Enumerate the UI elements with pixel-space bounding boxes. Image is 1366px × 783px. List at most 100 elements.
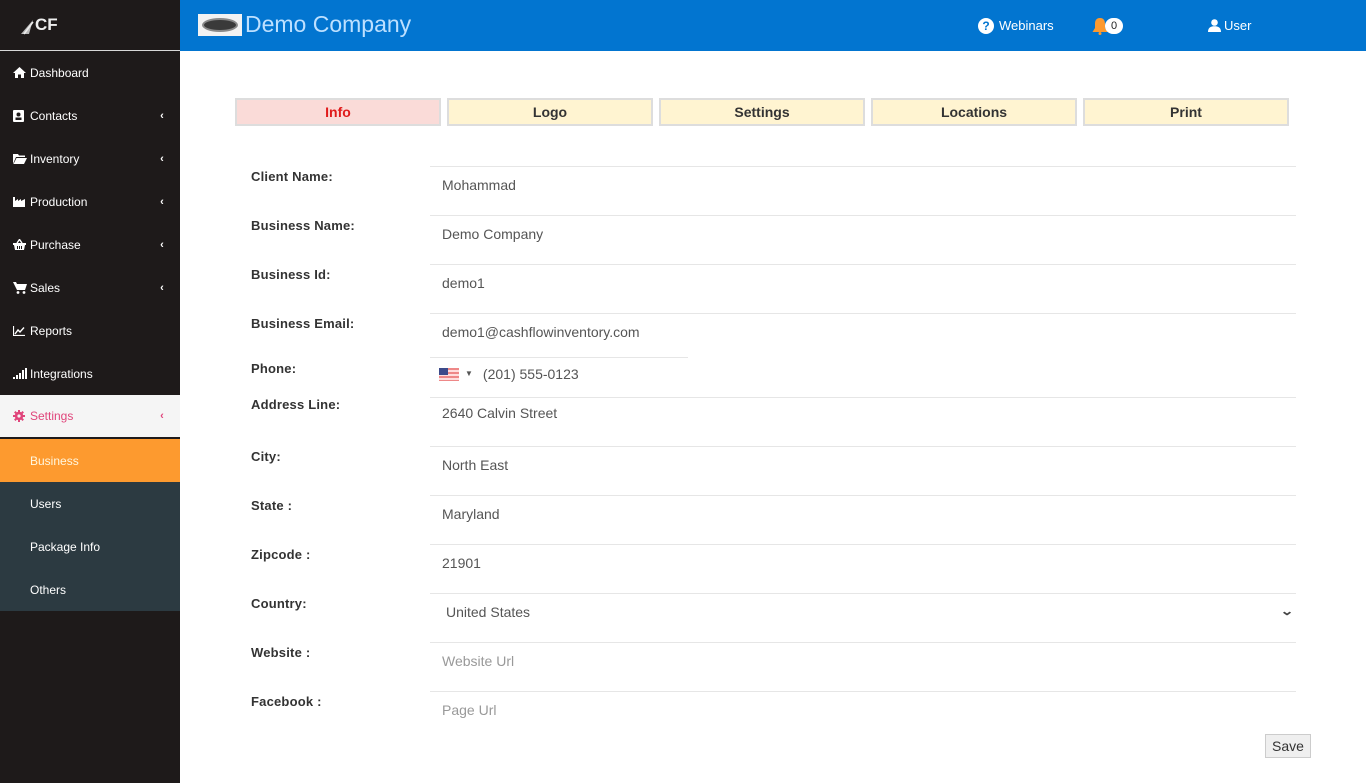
us-flag-icon[interactable] [439,368,459,381]
chevron-left-icon: ‹ [160,195,164,208]
sidebar-item-dashboard[interactable]: Dashboard [0,51,180,94]
chevron-down-icon: ⌄ [1279,604,1295,618]
tab-logo[interactable]: Logo [447,98,653,126]
user-icon [1208,19,1221,32]
city-label: City: [251,449,281,464]
basket-icon [13,239,27,251]
settings-submenu: Business Users Package Info Others [0,439,180,611]
sidebar-item-contacts[interactable]: Contacts ‹ [0,94,180,137]
logo-text: CF [35,15,58,34]
zipcode-input[interactable]: 21901 [430,544,1296,592]
sidebar-item-label: Production [30,194,88,209]
logo-chart-icon [21,20,34,35]
save-button[interactable]: Save [1265,734,1311,758]
notification-count-badge: 0 [1105,17,1124,34]
state-row: State : Maryland [250,495,1296,544]
tab-settings[interactable]: Settings [659,98,865,126]
sidebar-item-purchase[interactable]: Purchase ‹ [0,223,180,266]
chevron-left-icon: ‹ [160,109,164,122]
zipcode-row: Zipcode : 21901 [250,544,1296,593]
contact-card-icon [13,109,27,122]
business-email-input[interactable]: demo1@cashflowinventory.com [430,313,1296,357]
webinars-link[interactable]: ? Webinars [978,0,1054,51]
submenu-item-business[interactable]: Business [0,439,180,482]
phone-label: Phone: [251,361,297,376]
state-label: State : [251,498,293,513]
chevron-left-icon: ‹ [160,281,164,294]
sidebar-item-reports[interactable]: Reports [0,309,180,352]
address-input[interactable]: 2640 Calvin Street [430,397,1296,445]
user-label: User [1224,18,1252,33]
signal-bars-icon [13,368,27,380]
client-name-input[interactable]: Mohammad [430,166,1296,214]
facebook-row: Facebook : Page Url [250,691,1296,740]
client-name-row: Client Name: Mohammad [250,166,1296,215]
chevron-left-icon: ‹ [160,152,164,165]
business-name-row: Business Name: Demo Company [250,215,1296,264]
webinars-label: Webinars [999,18,1054,33]
address-row: Address Line: 2640 Calvin Street [250,397,1296,446]
company-name: Demo Company [245,11,412,37]
submenu-item-users[interactable]: Users [0,482,180,525]
business-id-row: Business Id: demo1 [250,264,1296,313]
sidebar: CF Dashboard Contacts ‹ Inventory ‹ Prod… [0,0,180,783]
sidebar-item-label: Inventory [30,151,80,166]
phone-row: Phone: ▼ (201) 555-0123 [250,357,1296,397]
topbar: Demo Company ? Webinars 0 User [180,0,1366,51]
tab-locations[interactable]: Locations [871,98,1077,126]
client-name-label: Client Name: [251,169,333,184]
country-label: Country: [251,596,307,611]
question-circle-icon: ? [978,17,994,34]
facebook-input[interactable]: Page Url [430,691,1296,739]
website-row: Website : Website Url [250,642,1296,691]
tab-info[interactable]: Info [235,98,441,126]
factory-icon [13,196,27,208]
chevron-left-icon: ‹ [160,410,164,422]
country-dropdown-caret-icon[interactable]: ▼ [465,369,473,378]
website-label: Website : [251,645,311,660]
business-email-row: Business Email: demo1@cashflowinventory.… [250,313,1296,357]
cart-icon [13,281,27,294]
gear-icon [13,410,27,422]
submenu-item-others[interactable]: Others [0,568,180,611]
sidebar-item-label: Reports [30,323,73,338]
business-name-input[interactable]: Demo Company [430,215,1296,263]
website-input[interactable]: Website Url [430,642,1296,690]
folder-open-icon [13,153,27,165]
user-menu[interactable]: User [1208,0,1251,51]
sidebar-item-integrations[interactable]: Integrations [0,352,180,395]
sidebar-item-production[interactable]: Production ‹ [0,180,180,223]
home-icon [13,67,27,79]
city-row: City: North East [250,446,1296,495]
business-tabs: Info Logo Settings Locations Print [235,98,1289,126]
business-email-label: Business Email: [251,316,355,331]
phone-input[interactable]: (201) 555-0123 [483,366,579,382]
sidebar-item-label: Sales [30,280,61,295]
sidebar-item-sales[interactable]: Sales ‹ [0,266,180,309]
line-chart-icon [13,325,27,337]
state-input[interactable]: Maryland [430,495,1296,543]
submenu-item-package-info[interactable]: Package Info [0,525,180,568]
city-input[interactable]: North East [430,446,1296,494]
tab-print[interactable]: Print [1083,98,1289,126]
sidebar-item-inventory[interactable]: Inventory ‹ [0,137,180,180]
address-label: Address Line: [251,397,341,412]
sidebar-nav: Dashboard Contacts ‹ Inventory ‹ Product… [0,51,180,439]
company-brand[interactable]: Demo Company [198,11,411,38]
sidebar-item-label: Dashboard [30,65,89,80]
sidebar-item-label: Contacts [30,108,78,123]
country-row: Country: United States ⌄ [250,593,1296,642]
sidebar-item-label: Integrations [30,366,93,381]
business-id-input[interactable]: demo1 [430,264,1296,312]
sidebar-item-label: Purchase [30,237,81,252]
facebook-label: Facebook : [251,694,322,709]
business-id-label: Business Id: [251,267,331,282]
sidebar-item-settings[interactable]: Settings ‹ [0,395,180,439]
app-logo[interactable]: CF [0,0,180,51]
phone-field: ▼ (201) 555-0123 [430,357,688,396]
notifications-button[interactable]: 0 [1092,0,1124,51]
business-name-label: Business Name: [251,218,355,233]
zipcode-label: Zipcode : [251,547,311,562]
country-select[interactable]: United States ⌄ [430,593,1296,641]
business-info-form: Client Name: Mohammad Business Name: Dem… [250,166,1296,740]
